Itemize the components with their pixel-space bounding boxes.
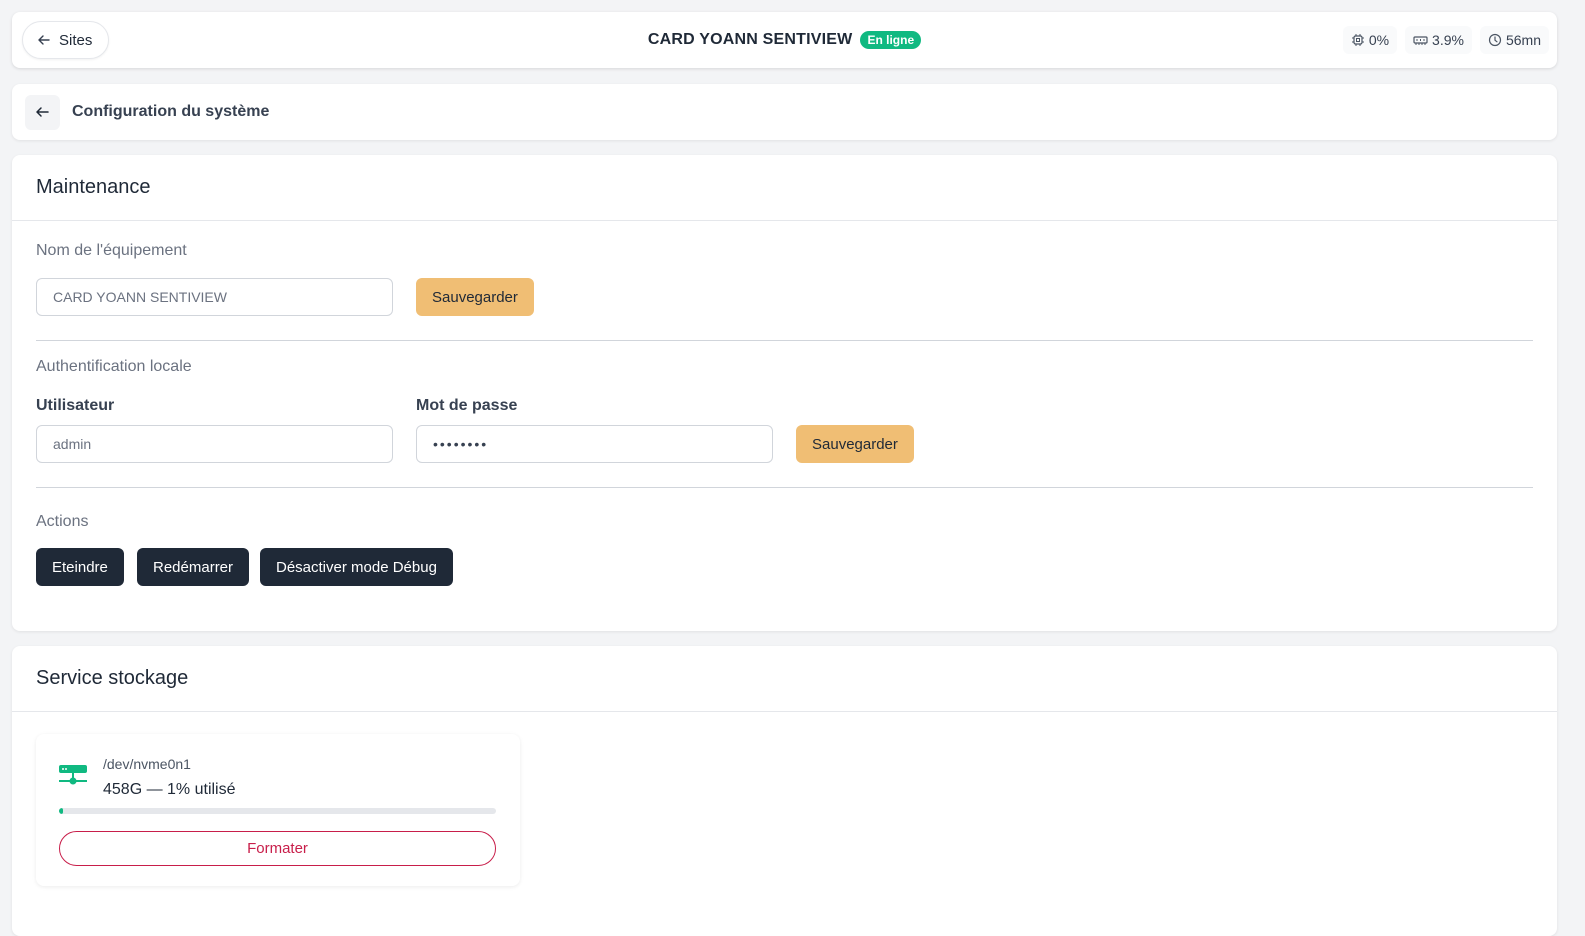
top-bar: Sites CARD YOANN SENTIVIEW En ligne 0% 3…: [12, 12, 1557, 68]
memory-icon: [1413, 36, 1428, 45]
maintenance-card: Maintenance Nom de l'équipement CARD YOA…: [12, 155, 1557, 631]
auth-section-label: Authentification locale: [36, 358, 192, 375]
device-name-title: CARD YOANN SENTIVIEW: [647, 31, 853, 48]
actions-label: Actions: [36, 513, 89, 530]
uptime-metric: 56mn: [1479, 26, 1549, 54]
memory-value: 3.9%: [1432, 32, 1464, 48]
sites-label: Sites: [59, 31, 93, 49]
password-input[interactable]: ••••••••: [416, 425, 773, 463]
save-device-name-button[interactable]: Sauvegarder: [416, 278, 534, 316]
uptime-value: 56mn: [1505, 32, 1541, 48]
reboot-button[interactable]: Redémarrer: [137, 548, 250, 586]
disable-debug-button[interactable]: Désactiver mode Débug: [260, 548, 453, 586]
divider: [36, 340, 1533, 341]
divider: [36, 487, 1533, 488]
network-storage-icon: [59, 765, 87, 785]
page-header: Configuration du système: [12, 84, 1557, 140]
username-input[interactable]: admin: [36, 425, 393, 463]
back-button[interactable]: [25, 94, 60, 130]
clock-icon: [1488, 33, 1502, 47]
maintenance-title: Maintenance: [12, 155, 1557, 221]
password-label: Mot de passe: [416, 397, 518, 414]
status-badge: En ligne: [860, 31, 922, 49]
cpu-value: 0%: [1368, 32, 1390, 48]
user-label: Utilisateur: [36, 397, 115, 414]
disk-card: /dev/nvme0n1 458G — 1% utilisé Formater: [36, 734, 520, 886]
page-title: Configuration du système: [72, 103, 270, 120]
disk-usage-bar: [59, 808, 496, 814]
cpu-metric: 0%: [1342, 26, 1398, 54]
shutdown-button[interactable]: Eteindre: [36, 548, 124, 586]
memory-metric: 3.9%: [1405, 26, 1472, 54]
save-auth-button[interactable]: Sauvegarder: [796, 425, 914, 463]
disk-path: /dev/nvme0n1: [103, 756, 191, 772]
device-title-group: CARD YOANN SENTIVIEW En ligne: [12, 12, 1557, 68]
arrow-left-icon: [38, 35, 50, 45]
storage-card: Service stockage /dev/nvme0n1 458G — 1% …: [12, 646, 1557, 936]
storage-title: Service stockage: [12, 646, 1557, 712]
format-button[interactable]: Formater: [59, 831, 496, 866]
cpu-icon: [1351, 34, 1364, 46]
disk-usage-summary: 458G — 1% utilisé: [103, 781, 236, 798]
disk-usage-fill: [59, 808, 64, 814]
sites-back-button[interactable]: Sites: [22, 21, 110, 59]
device-name-label: Nom de l'équipement: [36, 242, 187, 259]
arrow-left-icon: [36, 107, 49, 117]
system-metrics: 0% 3.9% 56mn: [1342, 26, 1549, 54]
device-name-input[interactable]: CARD YOANN SENTIVIEW: [36, 278, 393, 316]
